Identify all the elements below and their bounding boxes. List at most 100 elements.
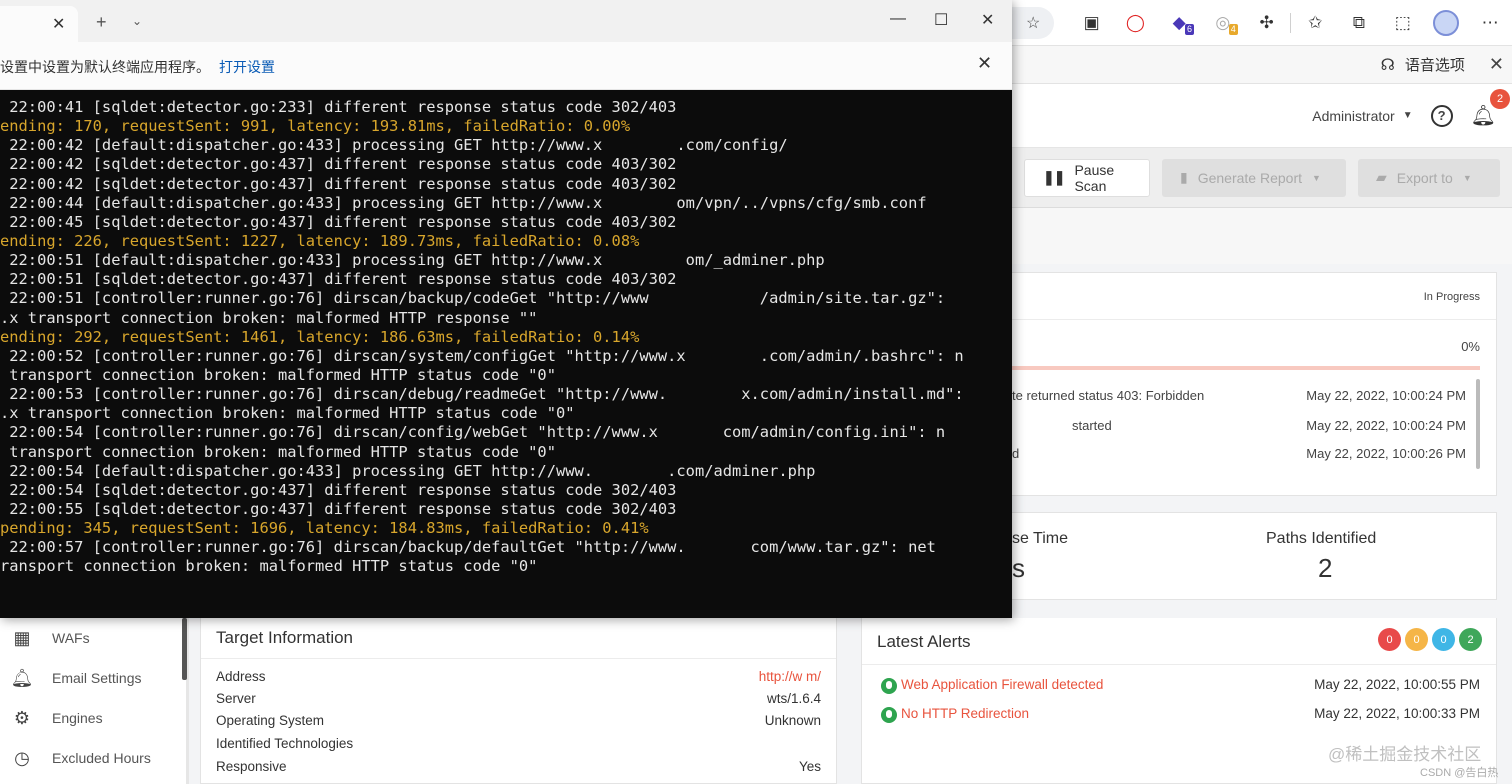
caret-down-icon: ▼ — [1312, 172, 1321, 183]
export-icon: ▰ — [1376, 169, 1387, 185]
pause-scan-label: Pause Scan — [1074, 161, 1115, 194]
open-settings-link[interactable]: 打开设置 — [219, 57, 275, 77]
terminal-line: ransport connection broken: malformed HT… — [0, 557, 538, 576]
activity-row: te returned status 403: Forbidden May 22… — [1012, 388, 1468, 408]
maximize-icon[interactable]: ☐ — [934, 10, 948, 30]
target-info-row: Server wts/1.6.4 — [216, 691, 821, 711]
terminal-output[interactable]: 22:00:41 [sqldet:detector.go:233] differ… — [0, 98, 1012, 618]
sidebar-item-excluded-hours[interactable]: ◷ Excluded Hours — [0, 738, 180, 778]
severity-medium-count[interactable]: 0 — [1405, 628, 1428, 651]
latest-alerts-title: Latest Alerts — [877, 632, 971, 651]
activity-text: te returned status 403: Forbidden — [1012, 388, 1205, 403]
notice-close-icon[interactable]: ✕ — [977, 53, 992, 74]
collections-icon[interactable]: ⧉ — [1337, 7, 1381, 39]
extension-game-icon[interactable]: ▣ — [1070, 7, 1114, 39]
terminal-line: 22:00:51 [sqldet:detector.go:437] differ… — [0, 270, 677, 289]
sidebar-scrollbar[interactable] — [182, 618, 187, 680]
alert-name[interactable]: No HTTP Redirection — [901, 706, 1029, 721]
bug-icon — [881, 707, 897, 723]
sidebar-item-email-settings[interactable]: 🔔︎ Email Settings — [0, 658, 180, 698]
sidebar-item-label: Engines — [52, 710, 103, 726]
caret-down-icon[interactable]: ▼ — [1403, 110, 1413, 121]
target-info-key: Server — [216, 691, 256, 706]
severity-low-count[interactable]: 0 — [1432, 628, 1455, 651]
terminal-line: 22:00:54 [default:dispatcher.go:433] pro… — [0, 461, 816, 480]
screenshot-icon[interactable]: ⬚ — [1381, 7, 1425, 39]
alert-name[interactable]: Web Application Firewall detected — [901, 677, 1103, 692]
alert-row[interactable]: Web Application Firewall detected May 22… — [877, 677, 1480, 697]
terminal-line: .x transport connection broken: malforme… — [0, 404, 575, 423]
terminal-line: ending: 292, requestSent: 1461, latency:… — [0, 327, 640, 346]
divider — [862, 664, 1496, 665]
generate-report-label: Generate Report — [1197, 169, 1303, 186]
terminal-line: 22:00:57 [controller:runner.go:76] dirsc… — [0, 538, 936, 557]
extension-badge: 6 — [1184, 23, 1194, 35]
severity-high-count[interactable]: 0 — [1378, 628, 1401, 651]
pause-scan-button[interactable]: ❚❚ Pause Scan — [1024, 158, 1150, 197]
target-info-value: Unknown — [764, 713, 821, 728]
terminal-line: ending: 226, requestSent: 1227, latency:… — [0, 231, 640, 250]
target-info-key: Address — [216, 669, 266, 684]
target-info-row: Address http://w m/ — [216, 669, 821, 689]
extension-badge: 4 — [1228, 23, 1238, 35]
export-to-label: Export to — [1396, 169, 1453, 186]
scan-status: In Progress — [1423, 291, 1480, 303]
profile-avatar[interactable] — [1425, 7, 1469, 39]
target-address-link[interactable]: http://w m/ — [759, 669, 821, 684]
sidebar: ▦ WAFs 🔔︎ Email Settings ⚙ Engines ◷ Exc… — [0, 618, 186, 784]
terminal-line: 22:00:44 [default:dispatcher.go:433] pro… — [0, 193, 927, 212]
close-tab-icon[interactable]: ✕ — [52, 14, 65, 34]
speech-icon: ☊ — [1380, 56, 1395, 74]
target-info-row: Responsive Yes — [216, 759, 821, 779]
severity-info-count[interactable]: 2 — [1459, 628, 1482, 651]
extension-gray-icon[interactable]: ◎ 4 — [1201, 7, 1245, 39]
sidebar-item-label: WAFs — [52, 630, 90, 646]
extension-opera-icon[interactable]: ◯ — [1114, 7, 1158, 39]
favorites-icon[interactable]: ✩ — [1293, 7, 1337, 39]
terminal-line: transport connection broken: malformed H… — [0, 365, 556, 384]
favorite-star-icon[interactable]: ☆ — [1012, 6, 1054, 39]
progress-bar — [1012, 366, 1480, 370]
watermark-sub: CSDN @告白热 — [1420, 767, 1499, 779]
divider — [1012, 319, 1496, 320]
terminal-titlebar: ✕ + ⌄ — ☐ ✕ — [0, 0, 1012, 42]
watermark: @稀土掘金技术社区 — [1328, 745, 1482, 764]
terminal-line: 22:00:41 [sqldet:detector.go:233] differ… — [0, 98, 677, 116]
sidebar-item-engines[interactable]: ⚙ Engines — [0, 698, 180, 738]
avatar — [1433, 9, 1460, 36]
generate-report-button[interactable]: ▮ Generate Report ▼ — [1162, 158, 1346, 197]
terminal-line: .x transport connection broken: malforme… — [0, 308, 538, 327]
alert-row[interactable]: No HTTP Redirection May 22, 2022, 10:00:… — [877, 706, 1480, 726]
export-to-button[interactable]: ▰ Export to ▼ — [1358, 158, 1500, 197]
new-tab-icon[interactable]: + — [96, 12, 107, 33]
content-band — [1012, 208, 1512, 264]
notifications-bell-icon[interactable]: 🔔︎ 2 — [1471, 89, 1510, 128]
speech-options-button[interactable]: 语音选项 — [1405, 54, 1465, 75]
app-header: Administrator ▼ ? 🔔︎ 2 — [1012, 84, 1512, 148]
activity-row: started May 22, 2022, 10:00:24 PM — [1012, 418, 1468, 438]
bug-icon — [881, 678, 897, 694]
notification-badge: 2 — [1490, 89, 1510, 109]
terminal-line: 22:00:42 [sqldet:detector.go:437] differ… — [0, 155, 677, 174]
help-icon[interactable]: ? — [1430, 104, 1453, 127]
target-info-row: Identified Technologies — [216, 736, 821, 756]
tab-dropdown-icon[interactable]: ⌄ — [132, 14, 142, 28]
minimize-icon[interactable]: — — [890, 10, 906, 28]
activity-scrollbar[interactable] — [1476, 379, 1480, 469]
extension-purple-icon[interactable]: ◆ 6 — [1157, 7, 1201, 39]
close-icon[interactable]: ✕ — [1489, 54, 1504, 75]
toolbar-divider — [1290, 12, 1292, 33]
paths-identified-label: Paths Identified — [1266, 530, 1377, 547]
scan-toolbar: ❚❚ Pause Scan ▮ Generate Report ▼ ▰ Expo… — [1012, 148, 1512, 208]
alert-time: May 22, 2022, 10:00:55 PM — [1314, 677, 1480, 692]
user-menu[interactable]: Administrator — [1312, 108, 1394, 124]
extensions-puzzle-icon[interactable]: ✣ — [1245, 7, 1289, 39]
progress-percent: 0% — [1461, 339, 1480, 354]
window-close-icon[interactable]: ✕ — [981, 10, 994, 30]
sidebar-item-wafs[interactable]: ▦ WAFs — [0, 618, 180, 658]
target-information-title: Target Information — [216, 628, 354, 647]
activity-row: d May 22, 2022, 10:00:26 PM — [1012, 446, 1468, 466]
notice-text: 设置中设置为默认终端应用程序。 — [0, 60, 210, 76]
more-menu-icon[interactable]: ⋯ — [1468, 7, 1512, 39]
terminal-tab[interactable]: ✕ — [0, 6, 78, 42]
